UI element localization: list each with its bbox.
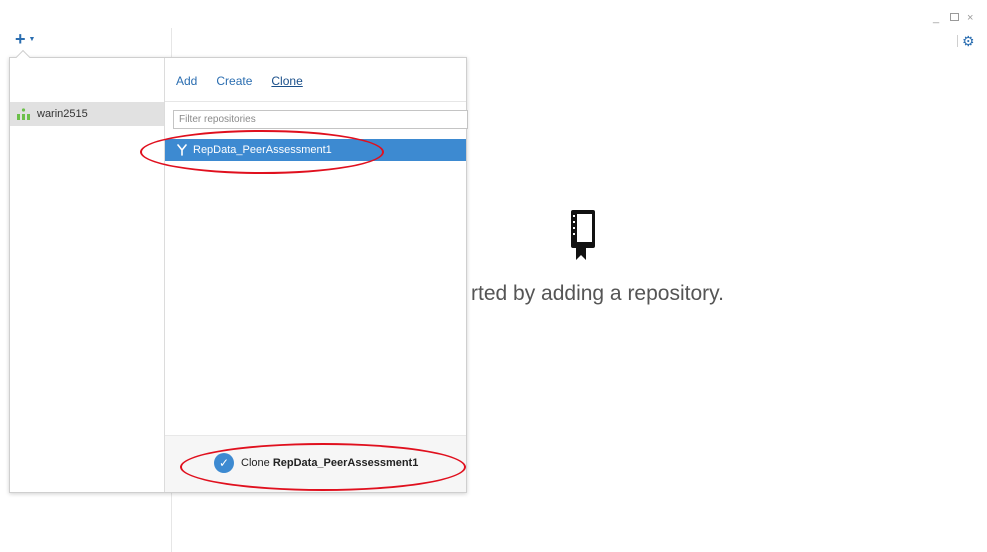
tab-clone[interactable]: Clone xyxy=(271,74,302,88)
repository-list-item[interactable]: RepData_PeerAssessment1 xyxy=(165,139,466,161)
clone-action-repo: RepData_PeerAssessment1 xyxy=(272,457,419,469)
filter-repositories-input[interactable] xyxy=(173,110,468,129)
clone-action-prefix: Clone xyxy=(241,457,270,469)
check-circle-icon: ✓ xyxy=(214,453,234,473)
repository-name: RepData_PeerAssessment1 xyxy=(193,144,332,156)
add-menu-button[interactable]: + ▼ xyxy=(15,29,36,49)
fork-icon xyxy=(177,144,187,156)
clone-action-label: Clone RepData_PeerAssessment1 xyxy=(241,457,418,469)
plus-icon: + xyxy=(15,29,26,49)
clone-repository-button[interactable]: ✓ Clone RepData_PeerAssessment1 xyxy=(214,453,418,473)
popover-footer: ✓ Clone RepData_PeerAssessment1 xyxy=(165,435,466,492)
empty-state-message: rted by adding a repository. xyxy=(471,282,724,305)
tabs-divider xyxy=(165,101,466,102)
toolbar-separator xyxy=(957,35,958,47)
gear-icon[interactable]: ⚙ xyxy=(962,33,975,50)
tab-create[interactable]: Create xyxy=(216,74,252,88)
account-name: warin2515 xyxy=(37,108,88,120)
minimize-button[interactable]: _ xyxy=(933,12,939,24)
organization-icon xyxy=(17,108,30,120)
repository-book-icon xyxy=(571,210,595,260)
add-repository-popover: warin2515 Add Create Clone RepData_PeerA… xyxy=(9,57,468,493)
account-item[interactable]: warin2515 xyxy=(10,102,164,126)
close-button[interactable]: × xyxy=(967,12,973,24)
popover-tabs: Add Create Clone xyxy=(176,74,303,88)
chevron-down-icon: ▼ xyxy=(28,35,36,43)
maximize-button[interactable] xyxy=(950,13,959,21)
tab-add[interactable]: Add xyxy=(176,74,197,88)
accounts-panel: warin2515 xyxy=(10,58,165,492)
